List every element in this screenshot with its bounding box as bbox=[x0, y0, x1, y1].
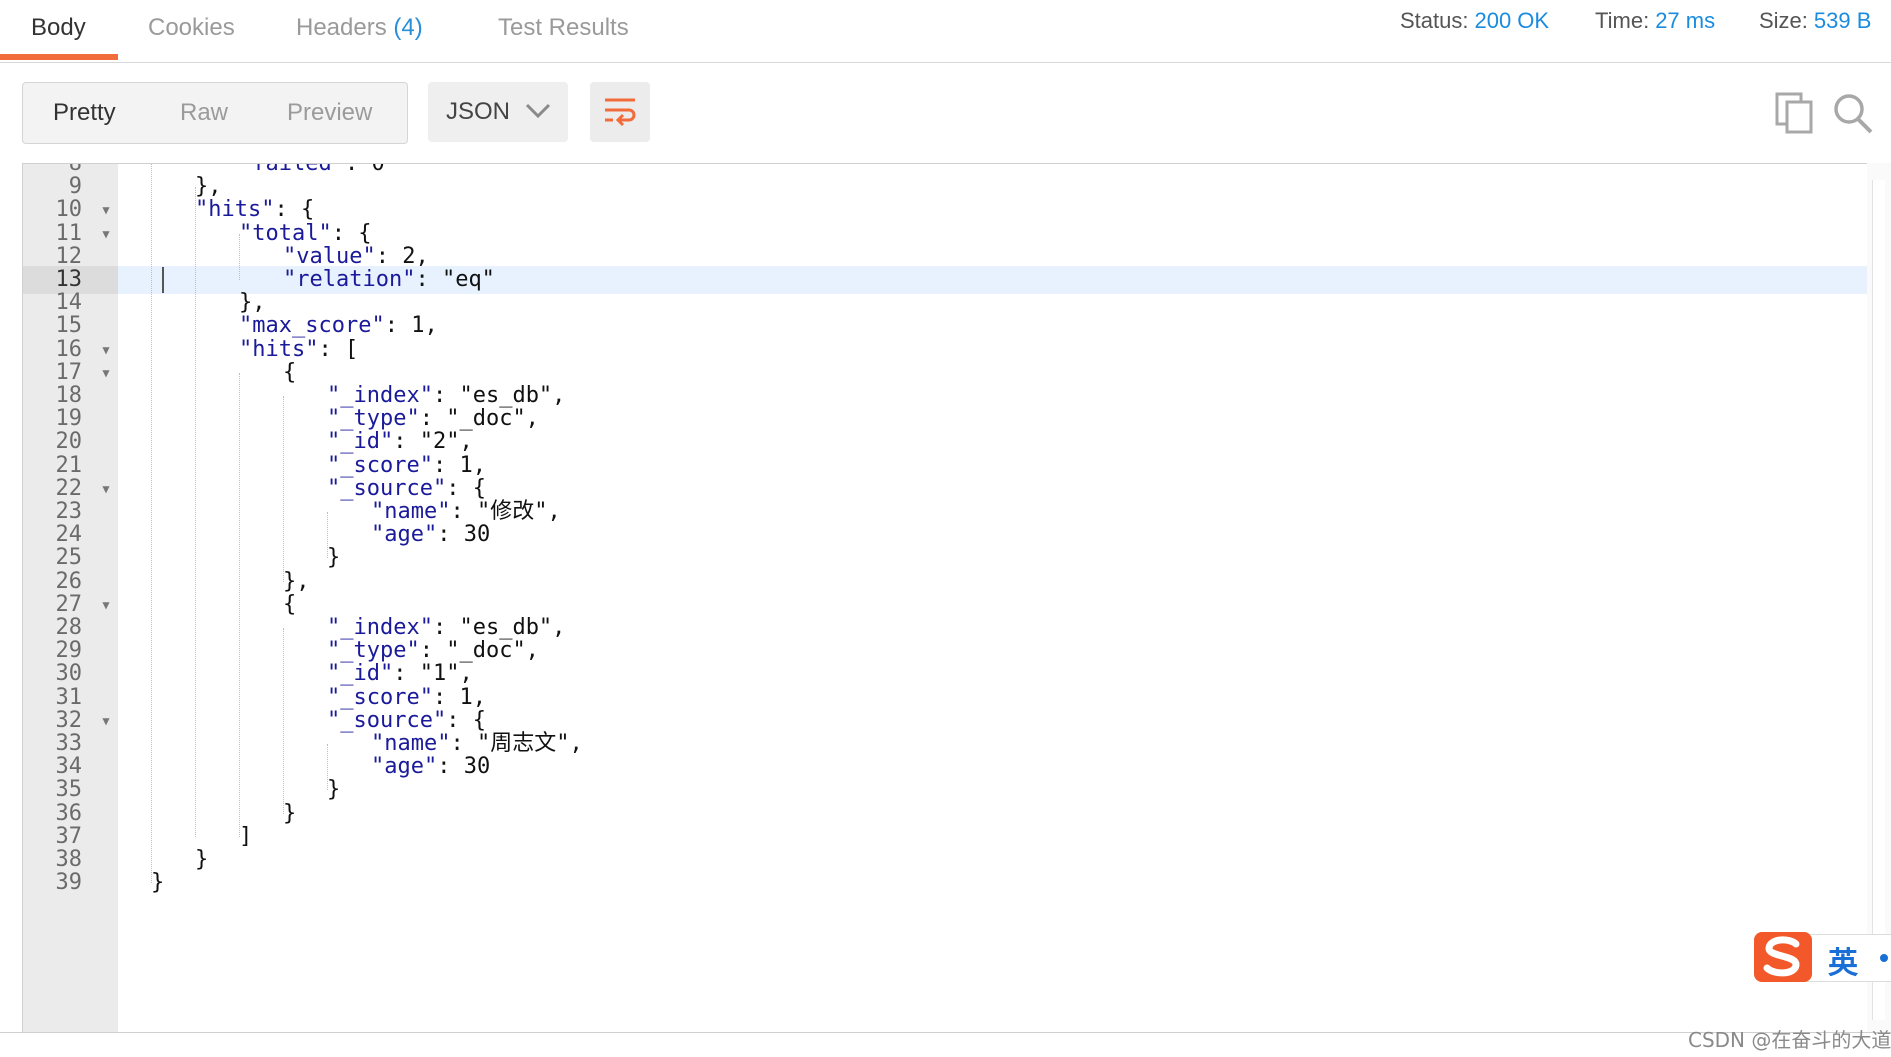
indent-guide bbox=[195, 187, 196, 837]
indent-guide bbox=[327, 512, 328, 559]
view-mode-selector: Pretty Raw Preview bbox=[22, 82, 408, 144]
status-value: 200 OK bbox=[1474, 8, 1550, 33]
indent-guide bbox=[239, 233, 240, 280]
view-pretty-button[interactable]: Pretty bbox=[53, 83, 116, 143]
code-text: } bbox=[151, 870, 165, 896]
response-body-editor[interactable]: 8 "failed": 0 9}, 10 ▼ "hits": {11 ▼ "total": {… bbox=[22, 163, 1891, 1033]
chevron-down-icon bbox=[525, 103, 551, 119]
copy-icon bbox=[1775, 92, 1813, 134]
search-icon bbox=[1834, 94, 1873, 134]
bottom-bar bbox=[0, 1032, 1891, 1057]
active-tab-indicator bbox=[0, 54, 118, 60]
status-label: Status: bbox=[1400, 8, 1469, 33]
tab-body[interactable]: Body bbox=[31, 0, 86, 58]
search-button[interactable] bbox=[1832, 92, 1874, 134]
time-label: Time: bbox=[1595, 8, 1650, 33]
line-number: 39 bbox=[55, 870, 83, 896]
tab-test-results-label: Test Results bbox=[498, 14, 629, 41]
format-select-label: JSON bbox=[446, 98, 511, 125]
wrap-lines-icon bbox=[605, 98, 636, 127]
tab-cookies-label: Cookies bbox=[148, 14, 235, 41]
indent-guide bbox=[327, 744, 328, 791]
text-cursor bbox=[162, 267, 164, 293]
tab-cookies[interactable]: Cookies bbox=[148, 0, 235, 58]
tab-test-results[interactable]: Test Results bbox=[498, 0, 629, 58]
format-select[interactable]: JSON bbox=[428, 82, 568, 142]
editor-scrollbar-thumb[interactable] bbox=[1872, 180, 1885, 1020]
indent-guide bbox=[283, 628, 284, 814]
ime-mode-label: 英 bbox=[1828, 946, 1858, 981]
response-tabs: Body Cookies Headers (4) Test Results St… bbox=[0, 0, 1891, 63]
time-readout: Time: 27 ms bbox=[1595, 8, 1715, 34]
ime-status-dot bbox=[1880, 954, 1888, 962]
view-preview-button[interactable]: Preview bbox=[287, 83, 372, 143]
indent-guide bbox=[151, 164, 152, 884]
sogou-ime-icon bbox=[1754, 932, 1812, 982]
indent-guide bbox=[283, 396, 284, 582]
copy-button[interactable] bbox=[1775, 92, 1815, 134]
size-value: 539 B bbox=[1813, 8, 1872, 33]
watermark: CSDN @在奋斗的大道 bbox=[1688, 1028, 1891, 1052]
size-label: Size: bbox=[1759, 8, 1808, 33]
response-toolbar: Pretty Raw Preview JSON bbox=[0, 62, 1891, 162]
wrap-lines-button[interactable] bbox=[590, 82, 650, 142]
tab-headers[interactable]: Headers (4) bbox=[296, 0, 423, 58]
status-readout: Status: 200 OK bbox=[1400, 8, 1549, 34]
tab-headers-label: Headers bbox=[296, 14, 387, 41]
code-line[interactable]: 39} bbox=[23, 869, 1868, 897]
view-raw-button[interactable]: Raw bbox=[180, 83, 228, 143]
time-value: 27 ms bbox=[1655, 8, 1716, 33]
tab-body-label: Body bbox=[31, 14, 86, 41]
indent-guide bbox=[239, 372, 240, 837]
size-readout: Size: 539 B bbox=[1759, 8, 1871, 34]
headers-count-badge: (4) bbox=[393, 14, 423, 41]
ime-indicator[interactable]: 英 bbox=[1752, 928, 1891, 986]
